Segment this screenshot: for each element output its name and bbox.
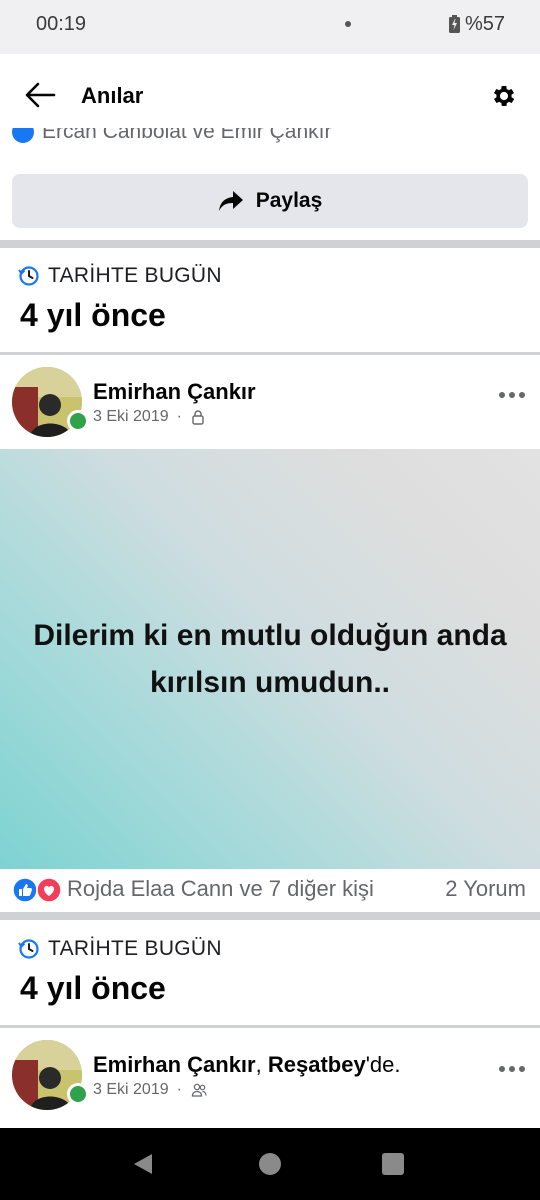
gear-icon[interactable] — [490, 82, 518, 110]
share-arrow-icon — [218, 191, 243, 211]
online-status-dot — [67, 410, 89, 432]
on-this-day-label: TARİHTE BUGÜN — [48, 264, 222, 287]
divider — [0, 352, 540, 355]
notification-dot-icon — [345, 21, 351, 27]
battery-charging-icon — [449, 15, 460, 33]
nav-home-icon[interactable] — [259, 1153, 281, 1175]
comments-count[interactable]: 2 Yorum — [445, 876, 526, 902]
location-link: Reşatbey — [267, 1052, 366, 1077]
post-meta: 3 Eki 2019 · — [93, 1081, 208, 1099]
divider — [0, 1025, 540, 1028]
reactions-row: Rojda Elaa Cann ve 7 diğer kişi 2 Yorum — [0, 869, 540, 909]
back-arrow-icon[interactable] — [24, 80, 58, 110]
post-author[interactable]: Emirhan Çankır — [93, 379, 256, 405]
section-divider — [0, 912, 540, 920]
nav-recents-icon[interactable] — [382, 1153, 404, 1175]
post-content[interactable]: Dilerim ki en mutlu olduğun anda kırılsı… — [0, 449, 540, 869]
post-text: Dilerim ki en mutlu olduğun anda kırılsı… — [33, 619, 507, 699]
online-status-dot — [67, 1083, 89, 1105]
tagged-people-text: Ercan Canbolat ve Emir Çankır — [42, 128, 332, 143]
history-clock-icon — [18, 939, 39, 959]
share-label: Paylaş — [255, 189, 323, 212]
on-this-day-header: TARİHTE BUGÜN — [18, 937, 222, 961]
on-this-day-label: TARİHTE BUGÜN — [48, 937, 222, 960]
post-date[interactable]: 3 Eki 2019 — [93, 1081, 169, 1099]
post-date[interactable]: 3 Eki 2019 — [93, 408, 169, 426]
on-this-day-header: TARİHTE BUGÜN — [18, 264, 222, 288]
meta-separator: · — [176, 408, 182, 425]
more-options-icon[interactable] — [498, 390, 526, 400]
battery-level: %57 — [465, 13, 506, 35]
nav-back-icon[interactable] — [132, 1153, 154, 1175]
tagged-people-row: Ercan Canbolat ve Emir Çankır — [12, 128, 512, 148]
years-ago-label: 4 yıl önce — [20, 297, 166, 333]
lock-icon — [192, 410, 204, 425]
friends-icon — [191, 1083, 207, 1097]
status-time: 00:19 — [36, 13, 87, 35]
section-divider — [0, 240, 540, 248]
meta-separator: · — [176, 1081, 182, 1098]
reactions-summary[interactable]: Rojda Elaa Cann ve 7 diğer kişi — [67, 876, 374, 902]
status-bar: 00:19 %57 — [0, 0, 540, 54]
share-button[interactable]: Paylaş — [12, 174, 528, 228]
history-clock-icon — [18, 266, 39, 286]
post-meta: 3 Eki 2019 · — [93, 408, 206, 426]
like-love-reaction-icons[interactable] — [12, 877, 64, 903]
tag-icon — [12, 128, 34, 143]
post-author[interactable]: Emirhan Çankır, Reşatbey'de. — [93, 1052, 400, 1078]
app-header: Anılar — [0, 54, 540, 138]
page-title: Anılar — [81, 83, 144, 108]
years-ago-label: 4 yıl önce — [20, 970, 166, 1006]
more-options-icon[interactable] — [498, 1064, 526, 1074]
